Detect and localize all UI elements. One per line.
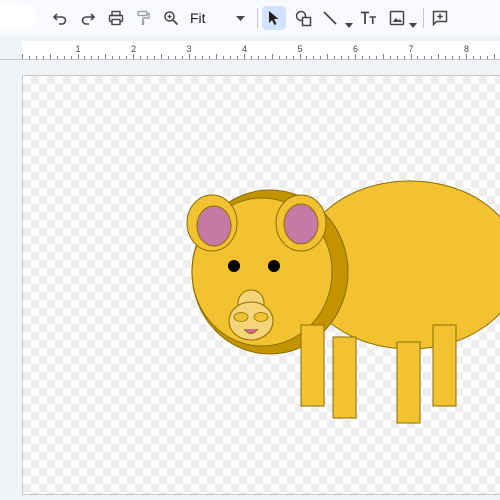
pig-left-nostril[interactable] (233, 312, 249, 322)
pig-left-ear-inner[interactable] (196, 205, 232, 247)
pig-leg-3[interactable] (396, 341, 421, 424)
pig-right-ear-inner[interactable] (283, 203, 319, 245)
pig-leg-1[interactable] (300, 324, 325, 407)
pig-left-eye[interactable] (228, 260, 240, 272)
pig-leg-2[interactable] (332, 336, 357, 419)
pig-right-eye[interactable] (268, 260, 280, 272)
pig-snout[interactable] (228, 301, 274, 341)
pig-right-nostril[interactable] (253, 312, 269, 322)
pig-drawing[interactable] (0, 0, 500, 500)
pig-leg-4[interactable] (432, 324, 457, 407)
